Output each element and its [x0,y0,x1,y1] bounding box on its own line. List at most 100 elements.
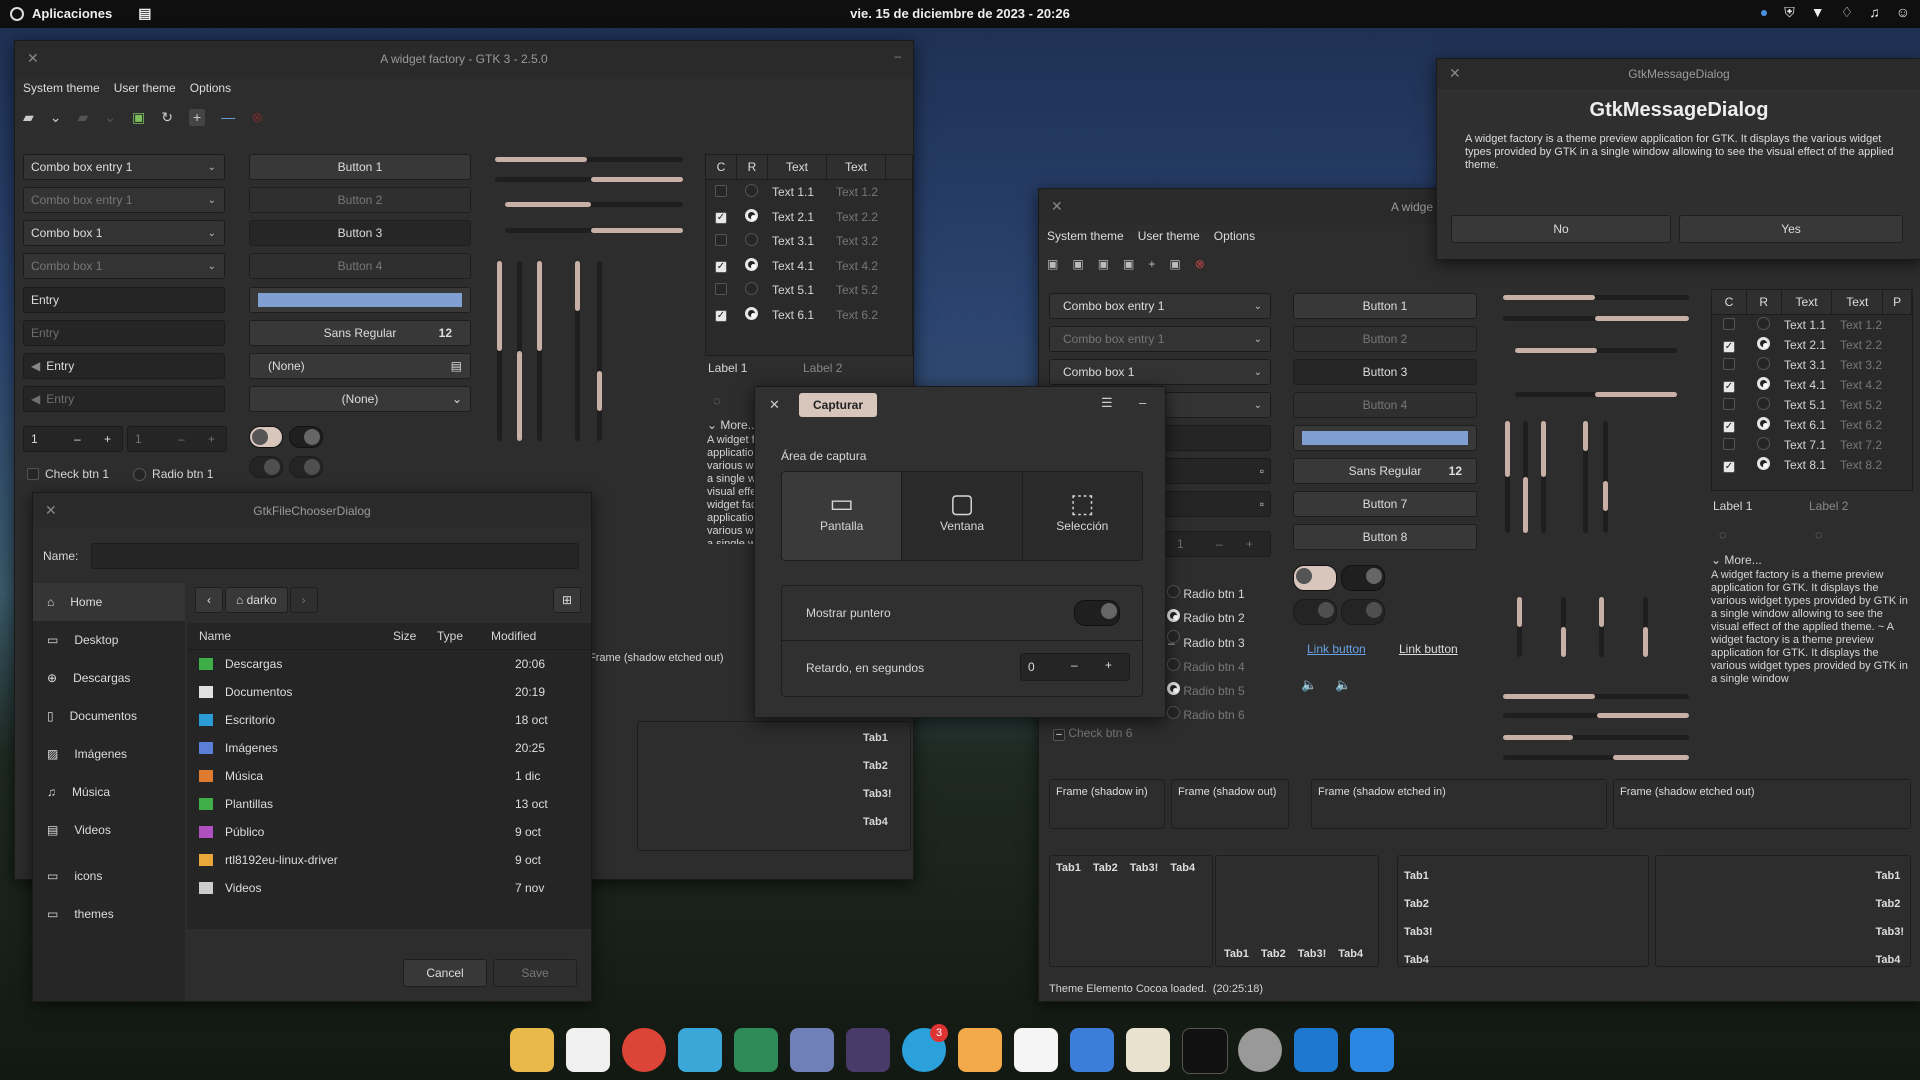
mode-window[interactable]: ▢ Ventana [902,472,1023,560]
tree-row[interactable]: Text 3.1 Text 3.2 [706,229,912,254]
entry-icon-2[interactable]: ▫ [1165,491,1271,517]
hslider-3[interactable] [505,202,683,207]
remove-icon[interactable]: — [221,109,235,126]
tab-3[interactable]: Tab3! [863,780,909,808]
file-row[interactable]: Público 9 oct [187,818,591,846]
menu-system-theme[interactable]: System theme [23,81,100,95]
radio-btn-1[interactable]: Radio btn 1 [1167,582,1245,606]
combo-box-1[interactable]: Combo box 1 ⌄ [1049,359,1271,385]
vslider-6[interactable] [1517,597,1522,657]
store-icon[interactable] [566,1028,610,1072]
save-icon[interactable]: ▣ [132,109,145,126]
radio-btn-3[interactable]: – Radio btn 3 [1167,630,1245,655]
mail-icon[interactable] [958,1028,1002,1072]
button-7[interactable]: Button 7 [1293,491,1477,517]
hslider-1[interactable] [495,157,683,162]
vslider-4[interactable] [1583,421,1588,533]
combo-box-entry-1[interactable]: Combo box entry 1 ⌄ [1049,293,1271,319]
file-row[interactable]: Videos 7 nov [187,874,591,902]
delay-spin[interactable]: 0 – + [1020,653,1130,681]
column-size[interactable]: Size [393,629,437,643]
font-button[interactable]: Sans Regular 12 [249,320,471,346]
clear-icon[interactable]: ▫ [1260,464,1264,478]
spreadsheet-icon[interactable] [734,1028,778,1072]
user-icon[interactable]: ☺ [1896,4,1910,21]
hslider-2[interactable] [495,177,683,182]
tab-4[interactable]: Tab4 [1875,946,1904,974]
vslider-8[interactable] [1599,597,1604,657]
vslider-4[interactable] [575,261,580,441]
network-status-icon[interactable]: ● [1760,4,1768,21]
vslider-5[interactable] [597,261,602,441]
save-as-icon[interactable]: ▣ [1123,257,1134,271]
settings-icon[interactable] [1238,1028,1282,1072]
color-button[interactable] [1293,425,1477,451]
button-3[interactable]: Button 3 [249,220,471,246]
radio-btn-2[interactable]: Radio btn 2 [1167,606,1245,630]
tab-4[interactable]: Tab4 [1338,948,1363,960]
menu-options[interactable]: Options [1214,229,1255,243]
photos-icon[interactable] [790,1028,834,1072]
open-alt-icon[interactable]: ▣ [1072,257,1083,271]
column-modified[interactable]: Modified [491,629,536,643]
tab-4[interactable]: Tab4 [1404,946,1642,974]
file-row[interactable]: Documentos 20:19 [187,678,591,706]
chevron-down-icon[interactable]: ⌄ [208,162,216,173]
vscode-alt-icon[interactable] [1350,1028,1394,1072]
hslider-4[interactable] [505,228,683,233]
vslider-2[interactable] [517,261,522,441]
vscode-icon[interactable] [1294,1028,1338,1072]
hslider-3[interactable] [1515,348,1677,353]
menu-system-theme[interactable]: System theme [1047,229,1124,243]
combo-box-1[interactable]: Combo box 1 ⌄ [23,220,225,246]
tree-row[interactable]: Text 5.1 Text 5.2 [1712,395,1912,415]
hslider-4[interactable] [1515,392,1677,397]
path-home-button[interactable]: ⌂ darko [225,587,288,613]
tab-4[interactable]: Tab4 [1170,862,1195,874]
link-button-1[interactable]: Link button [1307,642,1366,656]
clear-icon[interactable]: ▫ [1260,497,1264,511]
clear-icon[interactable]: ◀ [31,359,40,373]
screenshot-icon[interactable] [678,1028,722,1072]
file-row[interactable]: Descargas 20:06 [187,650,591,678]
tree-row[interactable]: ✓ Text 8.1 Text 8.2 [1712,455,1912,475]
sidebar-item-videos[interactable]: ▤ Videos [33,811,185,849]
tab-1[interactable]: Tab1 [1056,862,1081,874]
vslider-3[interactable] [1541,421,1546,533]
back-button[interactable]: ‹ [195,587,223,613]
combo-none[interactable]: (None) ⌄ [249,386,471,412]
new-folder-button[interactable]: ⊞ [553,587,581,613]
tab-3[interactable]: Tab3! [1298,948,1327,960]
save-icon[interactable]: ▣ [1098,257,1109,271]
music-icon[interactable]: ♫ [1869,4,1880,21]
chevron-down-icon[interactable]: ⌄ [50,109,62,126]
tree-row[interactable]: ✓ Text 6.1 Text 6.2 [1712,415,1912,435]
file-chooser-button[interactable]: (None) ▤ [249,353,471,379]
link-button-2[interactable]: Link button [1399,642,1458,656]
button-3[interactable]: Button 3 [1293,359,1477,385]
tree-view[interactable]: C R Text Text Text 1.1 Text 1.2 ✓ Text 2.1… [705,154,913,356]
calendar-icon[interactable] [1014,1028,1058,1072]
name-input[interactable] [91,543,579,569]
tree-row[interactable]: Text 1.1 Text 1.2 [1712,315,1912,335]
check-btn-1[interactable] [27,468,39,480]
tab-2[interactable]: Tab2 [1404,890,1642,918]
video-icon[interactable] [846,1028,890,1072]
mode-screen[interactable]: ▭ Pantalla [782,472,903,560]
open-icon[interactable]: ▣ [1047,257,1058,271]
column-name[interactable]: Name [187,629,393,643]
minimize-icon[interactable]: – [894,49,901,63]
decrement-icon[interactable]: – [1071,658,1078,672]
close-icon[interactable]: ✕ [1051,198,1063,215]
vslider-1[interactable] [497,261,502,441]
entry-icon[interactable]: ▫ [1165,458,1271,484]
files-icon[interactable] [510,1028,554,1072]
combo-box-entry-1[interactable]: Combo box entry 1 ⌄ [23,154,225,180]
vslider-1[interactable] [1505,421,1510,533]
switch-off[interactable] [289,426,323,448]
text-editor-icon[interactable] [1126,1028,1170,1072]
sidebar-item-home[interactable]: ⌂ Home [33,583,185,621]
expander-more[interactable]: ⌄ More... [707,418,758,432]
column-type[interactable]: Type [437,629,491,643]
button-1[interactable]: Button 1 [249,154,471,180]
